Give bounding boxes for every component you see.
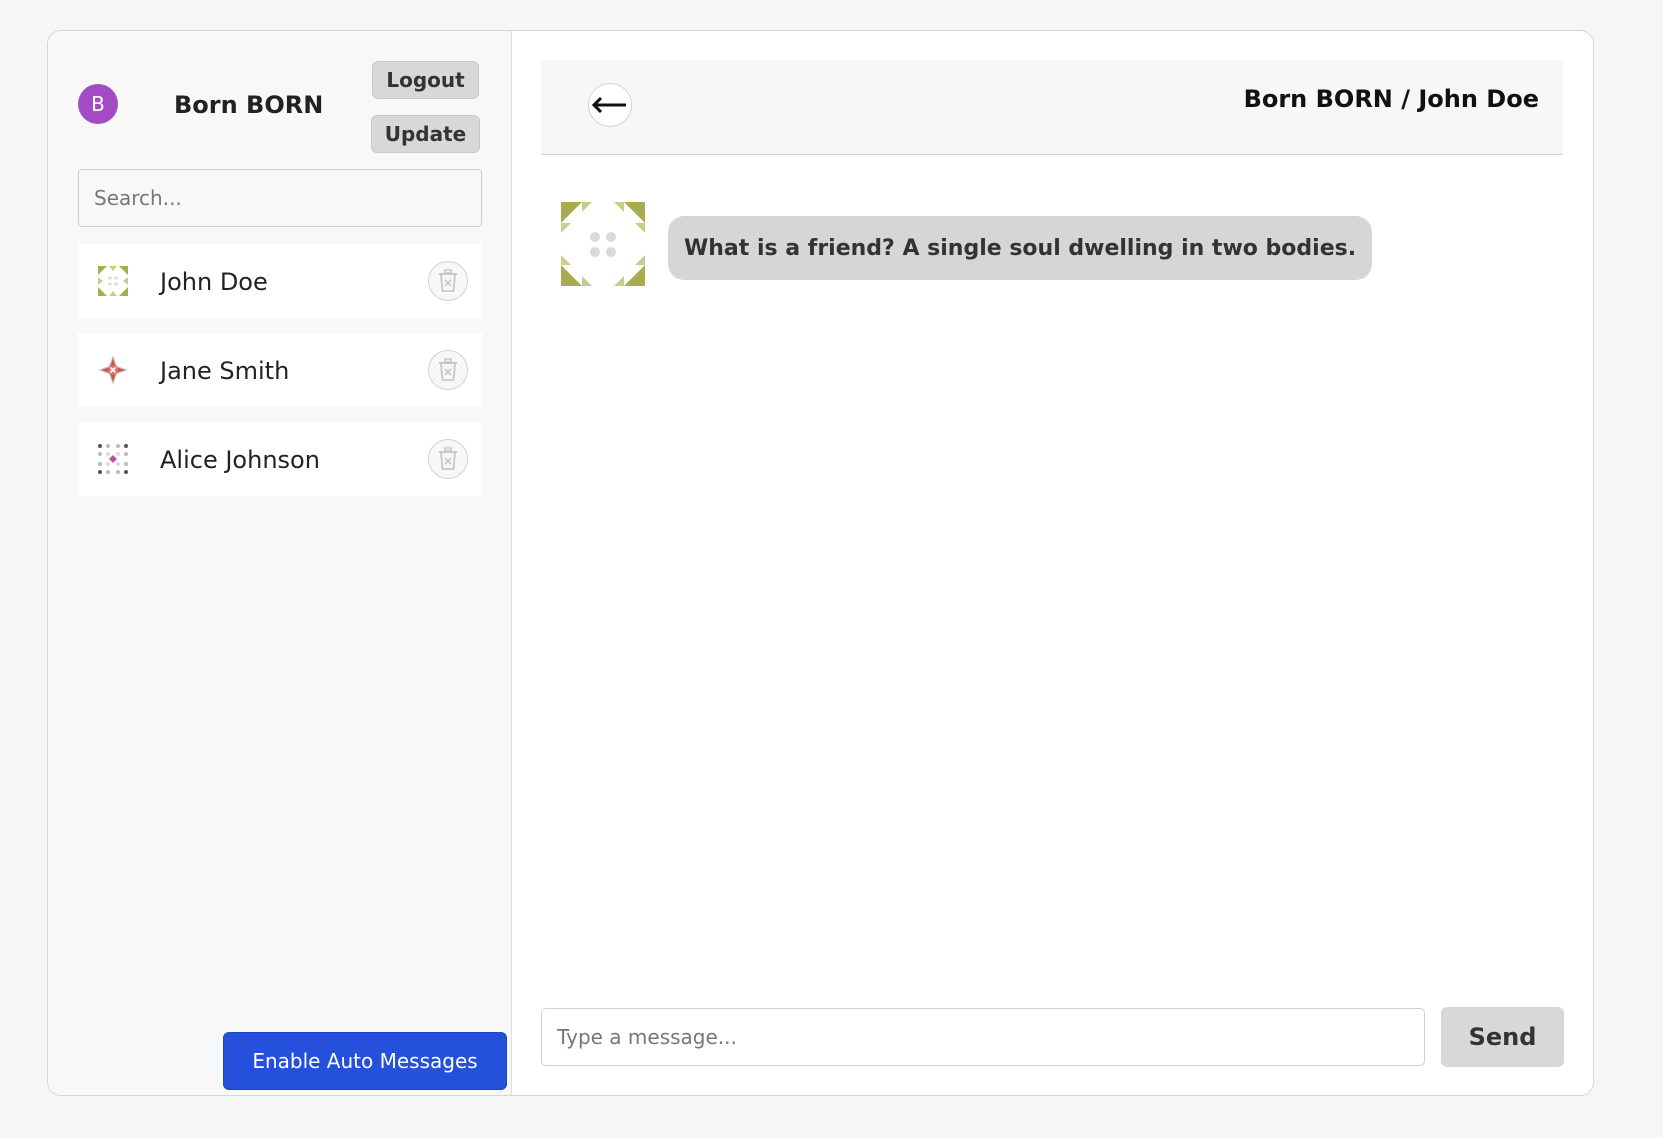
back-button[interactable] — [588, 83, 632, 127]
delete-contact-button[interactable] — [428, 261, 468, 301]
send-button[interactable]: Send — [1441, 1007, 1564, 1067]
contact-avatar-identicon — [98, 266, 128, 296]
update-button[interactable]: Update — [371, 115, 480, 153]
sidebar: B Born BORN Logout Update John Doe — [48, 31, 512, 1095]
message-input[interactable] — [541, 1008, 1425, 1066]
contact-avatar-identicon — [98, 355, 128, 385]
trash-icon — [439, 358, 457, 381]
contact-item-jane-smith[interactable]: Jane Smith — [78, 333, 482, 407]
enable-auto-messages-button[interactable]: Enable Auto Messages — [223, 1032, 507, 1090]
delete-contact-button[interactable] — [428, 350, 468, 390]
delete-contact-button[interactable] — [428, 439, 468, 479]
contact-item-john-doe[interactable]: John Doe — [78, 244, 482, 318]
trash-icon — [439, 269, 457, 292]
chat-app: B Born BORN Logout Update John Doe — [47, 30, 1594, 1096]
chat-header: Born BORN / John Doe — [541, 60, 1563, 155]
logout-button[interactable]: Logout — [372, 61, 479, 99]
user-avatar: B — [78, 84, 118, 124]
search-input[interactable] — [78, 169, 482, 227]
message-avatar-identicon — [561, 202, 645, 286]
chat-panel: Born BORN / John Doe What is a friend? A… — [512, 31, 1593, 1095]
trash-icon — [439, 447, 457, 470]
message-bubble: What is a friend? A single soul dwelling… — [668, 216, 1373, 280]
contact-name: Alice Johnson — [160, 446, 320, 474]
contact-item-alice-johnson[interactable]: Alice Johnson — [78, 422, 482, 496]
contact-avatar-identicon — [98, 444, 128, 474]
user-name: Born BORN — [174, 91, 324, 119]
contact-name: John Doe — [160, 268, 268, 296]
contact-name: Jane Smith — [160, 357, 290, 385]
arrow-left-icon — [592, 97, 626, 113]
chat-title: Born BORN / John Doe — [1243, 85, 1539, 113]
